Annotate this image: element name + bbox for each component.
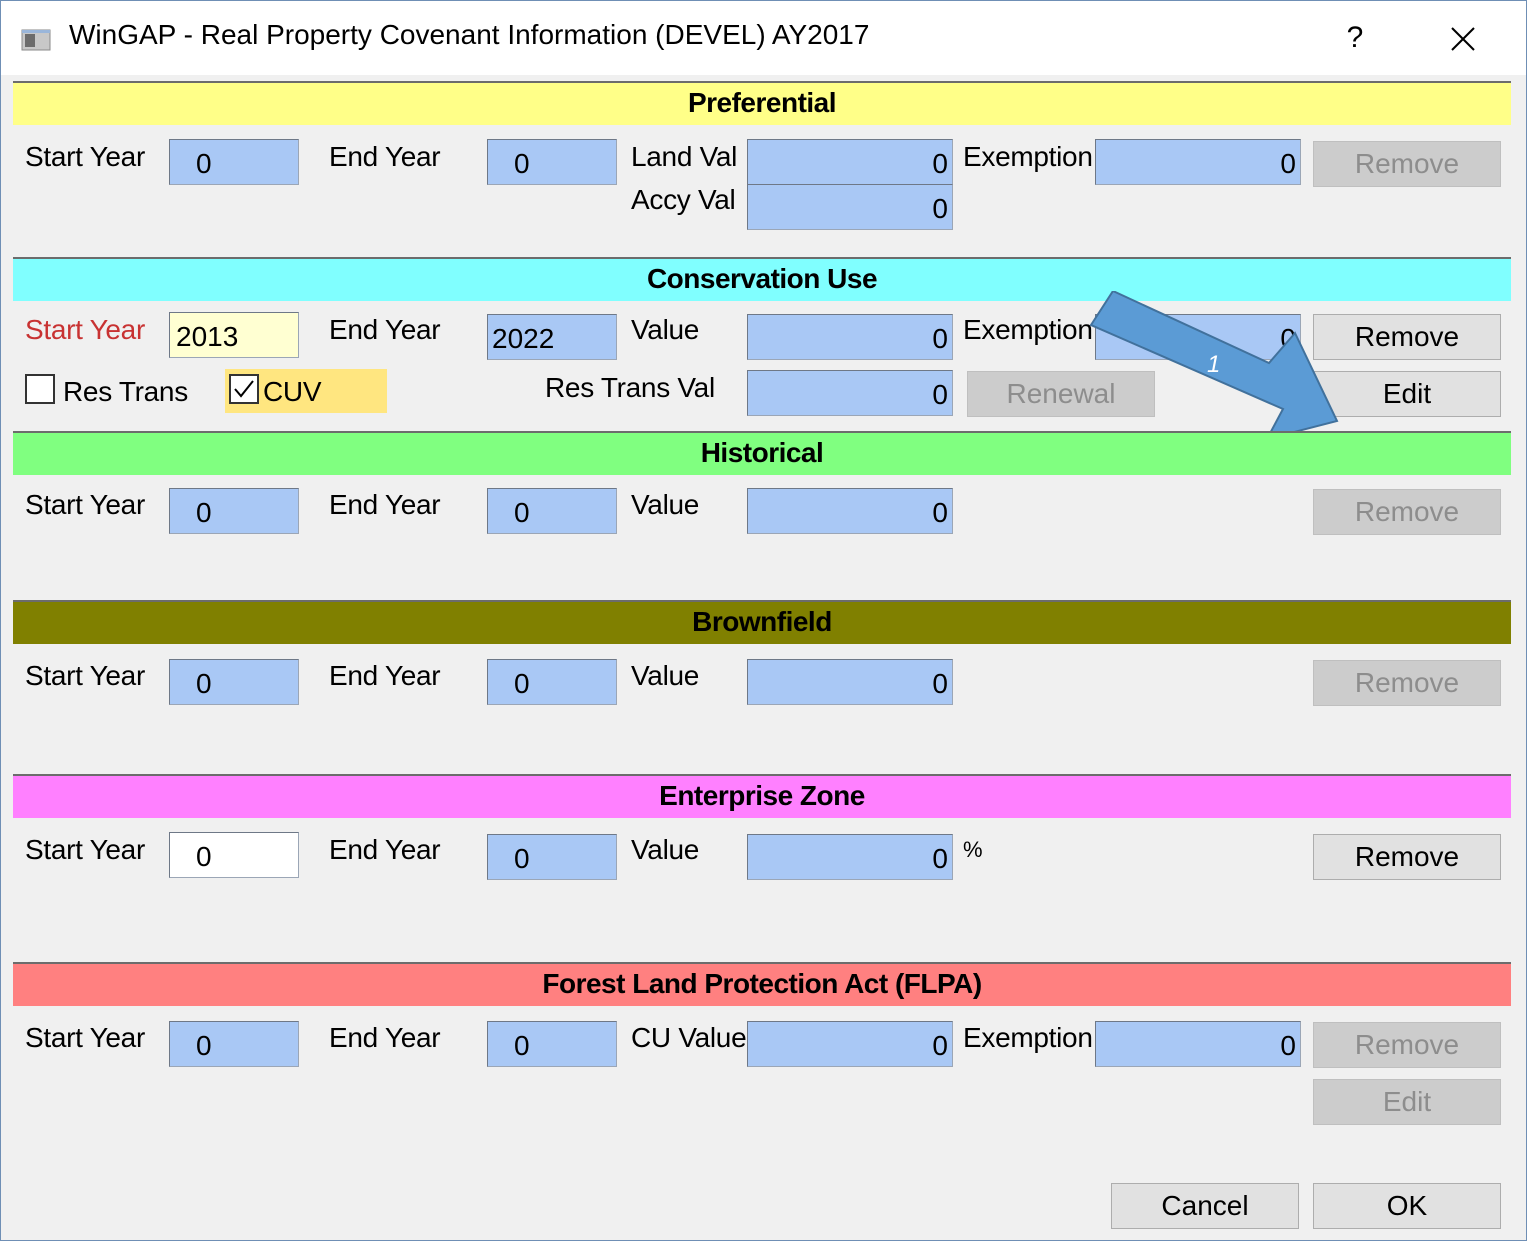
brownfield-header: Brownfield [13, 600, 1511, 644]
pref-start-year-field[interactable]: 0 [169, 139, 299, 185]
flpa-start-year-label: Start Year [25, 1022, 145, 1053]
pref-exemption-label: Exemption [963, 141, 1093, 172]
hist-remove-button[interactable]: Remove [1313, 489, 1501, 535]
ez-value-field[interactable]: 0 [747, 834, 953, 880]
cu-start-year-field[interactable]: 2013 [169, 312, 299, 358]
flpa-start-year-field[interactable]: 0 [169, 1021, 299, 1067]
res-trans-checkbox[interactable] [25, 374, 55, 404]
brown-start-year-field[interactable]: 0 [169, 659, 299, 705]
res-trans-val-label: Res Trans Val [545, 372, 715, 403]
flpa-header: Forest Land Protection Act (FLPA) [13, 962, 1511, 1006]
pref-remove-button[interactable]: Remove [1313, 141, 1501, 187]
flpa-end-year-field[interactable]: 0 [487, 1021, 617, 1067]
hist-end-year-field[interactable]: 0 [487, 488, 617, 534]
pref-end-year-field[interactable]: 0 [487, 139, 617, 185]
flpa-exemption-label: Exemption [963, 1022, 1093, 1053]
brown-end-year-label: End Year [329, 660, 441, 691]
ez-percent-label: % [963, 837, 983, 862]
cu-start-year-label: Start Year [25, 314, 145, 345]
title-bar: WinGAP - Real Property Covenant Informat… [1, 1, 1526, 75]
flpa-end-year-label: End Year [329, 1022, 441, 1053]
res-trans-val-field[interactable]: 0 [747, 370, 953, 416]
flpa-edit-button[interactable]: Edit [1313, 1079, 1501, 1125]
window-title: WinGAP - Real Property Covenant Informat… [69, 19, 870, 50]
flpa-cu-value-field[interactable]: 0 [747, 1021, 953, 1067]
enterprise-header: Enterprise Zone [13, 774, 1511, 818]
res-trans-label: Res Trans [63, 376, 188, 407]
pref-end-year-label: End Year [329, 141, 441, 172]
cu-end-year-label: End Year [329, 314, 441, 345]
pref-land-val-field[interactable]: 0 [747, 139, 953, 185]
brown-value-label: Value [631, 660, 700, 691]
cu-value-field[interactable]: 0 [747, 314, 953, 360]
pref-start-year-label: Start Year [25, 141, 145, 172]
help-button[interactable]: ? [1337, 19, 1373, 57]
brown-value-field[interactable]: 0 [747, 659, 953, 705]
ez-value-label: Value [631, 834, 700, 865]
pref-accy-val-field[interactable]: 0 [747, 184, 953, 230]
annotation-callout-number: 1 [1207, 351, 1221, 378]
covenant-dialog: WinGAP - Real Property Covenant Informat… [0, 0, 1527, 1241]
brown-remove-button[interactable]: Remove [1313, 660, 1501, 706]
hist-start-year-field[interactable]: 0 [169, 488, 299, 534]
pref-accy-val-label: Accy Val [631, 184, 736, 215]
historical-header: Historical [13, 431, 1511, 475]
ez-start-year-label: Start Year [25, 834, 145, 865]
hist-value-label: Value [631, 489, 700, 520]
preferential-header: Preferential [13, 81, 1511, 125]
cancel-button[interactable]: Cancel [1111, 1183, 1299, 1229]
brown-start-year-label: Start Year [25, 660, 145, 691]
cuv-label: CUV [263, 376, 322, 407]
hist-start-year-label: Start Year [25, 489, 145, 520]
flpa-exemption-field[interactable]: 0 [1095, 1021, 1301, 1067]
close-x-icon[interactable] [1441, 19, 1485, 59]
hist-value-field[interactable]: 0 [747, 488, 953, 534]
ez-end-year-label: End Year [329, 834, 441, 865]
ez-start-year-field[interactable]: 0 [169, 832, 299, 878]
ez-remove-button[interactable]: Remove [1313, 834, 1501, 880]
annotation-arrow-icon [1089, 291, 1339, 441]
hist-end-year-label: End Year [329, 489, 441, 520]
pref-exemption-field[interactable]: 0 [1095, 139, 1301, 185]
ok-button[interactable]: OK [1313, 1183, 1501, 1229]
cu-value-label: Value [631, 314, 700, 345]
cu-end-year-field[interactable]: 2022 [487, 314, 617, 360]
ez-end-year-field[interactable]: 0 [487, 834, 617, 880]
app-window-icon [21, 29, 51, 51]
flpa-cu-value-label: CU Value [631, 1022, 747, 1053]
pref-land-val-label: Land Val [631, 141, 738, 172]
flpa-remove-button[interactable]: Remove [1313, 1022, 1501, 1068]
cuv-checkbox[interactable] [229, 374, 259, 404]
brown-end-year-field[interactable]: 0 [487, 659, 617, 705]
